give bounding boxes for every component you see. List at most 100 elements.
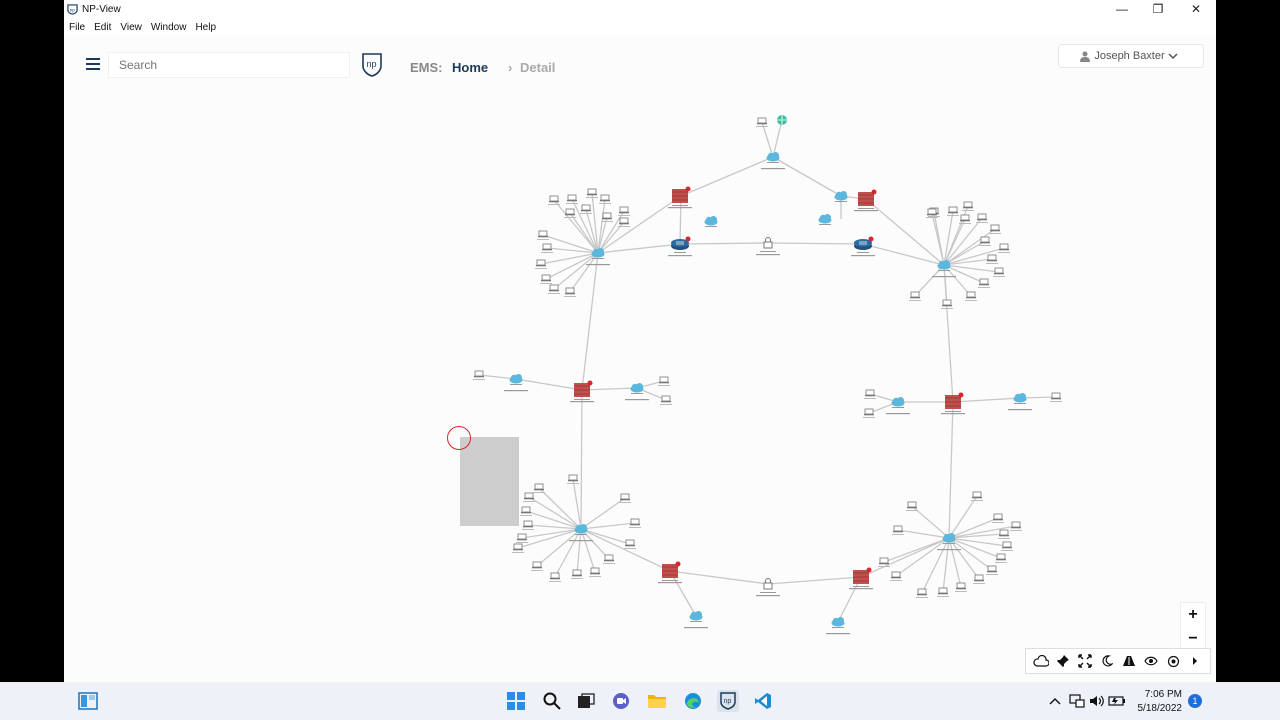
target-icon[interactable] [1164,652,1182,670]
teams-chat-icon[interactable] [610,690,632,712]
laptop-node-icon[interactable] [564,287,576,297]
laptop-node-icon[interactable] [756,117,768,127]
router-node-icon[interactable] [854,236,874,254]
battery-icon[interactable] [1106,690,1128,712]
node-address-label[interactable] [756,254,780,256]
globe-node-icon[interactable] [777,115,787,125]
menu-window[interactable]: Window [151,22,187,33]
menu-edit[interactable]: Edit [94,22,111,33]
cloud-node-icon[interactable] [630,383,644,394]
node-address-label[interactable] [684,627,708,629]
laptop-node-icon[interactable] [580,204,592,214]
laptop-node-icon[interactable] [998,243,1010,253]
network-link[interactable] [767,576,862,585]
node-address-label[interactable] [761,168,785,170]
laptop-node-icon[interactable] [516,533,528,543]
laptop-node-icon[interactable] [986,565,998,575]
laptop-node-icon[interactable] [658,376,670,386]
node-address-label[interactable] [668,207,692,209]
close-button[interactable]: ✕ [1178,0,1214,18]
laptop-node-icon[interactable] [618,206,630,216]
network-link[interactable] [772,156,842,197]
minimize-button[interactable]: — [1104,0,1140,18]
network-link[interactable] [538,487,582,530]
laptop-node-icon[interactable] [537,230,549,240]
laptop-node-icon[interactable] [618,217,630,227]
laptop-node-icon[interactable] [955,582,967,592]
lock-icon[interactable] [760,578,776,594]
node-address-label[interactable] [932,276,956,278]
menu-view[interactable]: View [120,22,142,33]
node-address-label[interactable] [569,540,593,542]
firewall-node-icon[interactable] [662,561,681,582]
node-address-label[interactable] [625,399,649,401]
network-link[interactable] [772,119,783,158]
network-link[interactable] [948,401,954,539]
network-link[interactable] [952,397,1021,403]
cloud-node-icon[interactable] [704,216,718,227]
network-link[interactable] [515,378,583,391]
eye-icon[interactable] [1142,652,1160,670]
network-topology-graph[interactable] [64,36,1216,682]
laptop-node-icon[interactable] [965,291,977,301]
laptop-node-icon[interactable] [890,571,902,581]
cloud-node-icon[interactable] [831,617,845,628]
laptop-node-icon[interactable] [549,572,561,582]
network-link[interactable] [540,252,599,265]
laptop-node-icon[interactable] [512,543,524,553]
task-view-icon[interactable] [575,690,597,712]
laptop-node-icon[interactable] [892,525,904,535]
laptop-node-icon[interactable] [864,389,876,399]
network-link[interactable] [860,537,950,578]
laptop-node-icon[interactable] [1050,392,1062,402]
laptop-node-icon[interactable] [473,370,485,380]
network-link[interactable] [914,264,945,297]
node-address-label[interactable] [658,582,682,584]
firewall-node-icon[interactable] [853,567,872,588]
node-address-label[interactable] [668,255,692,257]
cloud-node-icon[interactable] [689,611,703,622]
network-link[interactable] [580,528,596,573]
chevron-up-icon[interactable] [1044,690,1066,712]
edge-icon[interactable] [682,690,704,712]
laptop-node-icon[interactable] [976,213,988,223]
laptop-node-icon[interactable] [1010,521,1022,531]
node-address-label[interactable] [504,390,528,392]
zoom-in-button[interactable]: + [1181,603,1205,627]
network-link[interactable] [767,242,864,245]
widgets-icon[interactable] [77,690,99,712]
network-link[interactable] [580,528,671,572]
file-explorer-icon[interactable] [646,690,668,712]
network-link[interactable] [679,242,769,245]
dark-mode-icon[interactable] [1098,652,1116,670]
node-address-label[interactable] [1008,409,1032,411]
laptop-node-icon[interactable] [979,236,991,246]
firewall-node-icon[interactable] [574,380,593,401]
laptop-node-icon[interactable] [540,274,552,284]
laptop-node-icon[interactable] [992,513,1004,523]
laptop-node-icon[interactable] [660,395,672,405]
network-link[interactable] [943,264,972,297]
fit-screen-icon[interactable] [1076,652,1094,670]
chevron-right-icon[interactable] [1186,652,1204,670]
start-icon[interactable] [505,690,527,712]
node-address-label[interactable] [886,413,910,415]
network-link[interactable] [942,537,950,593]
laptop-node-icon[interactable] [566,194,578,204]
laptop-node-icon[interactable] [629,518,641,528]
laptop-node-icon[interactable] [995,553,1007,563]
network-link[interactable] [597,243,681,254]
laptop-node-icon[interactable] [541,243,553,253]
laptop-node-icon[interactable] [986,254,998,264]
laptop-node-icon[interactable] [978,278,990,288]
network-link[interactable] [669,570,769,585]
node-address-label[interactable] [854,210,878,212]
laptop-node-icon[interactable] [973,574,985,584]
menu-help[interactable]: Help [195,22,216,33]
laptop-node-icon[interactable] [548,195,560,205]
laptop-node-icon[interactable] [962,201,974,211]
node-address-label[interactable] [937,549,961,551]
np-view-taskbar-icon[interactable]: np [717,690,739,712]
laptop-node-icon[interactable] [916,588,928,598]
network-link[interactable] [895,537,950,577]
